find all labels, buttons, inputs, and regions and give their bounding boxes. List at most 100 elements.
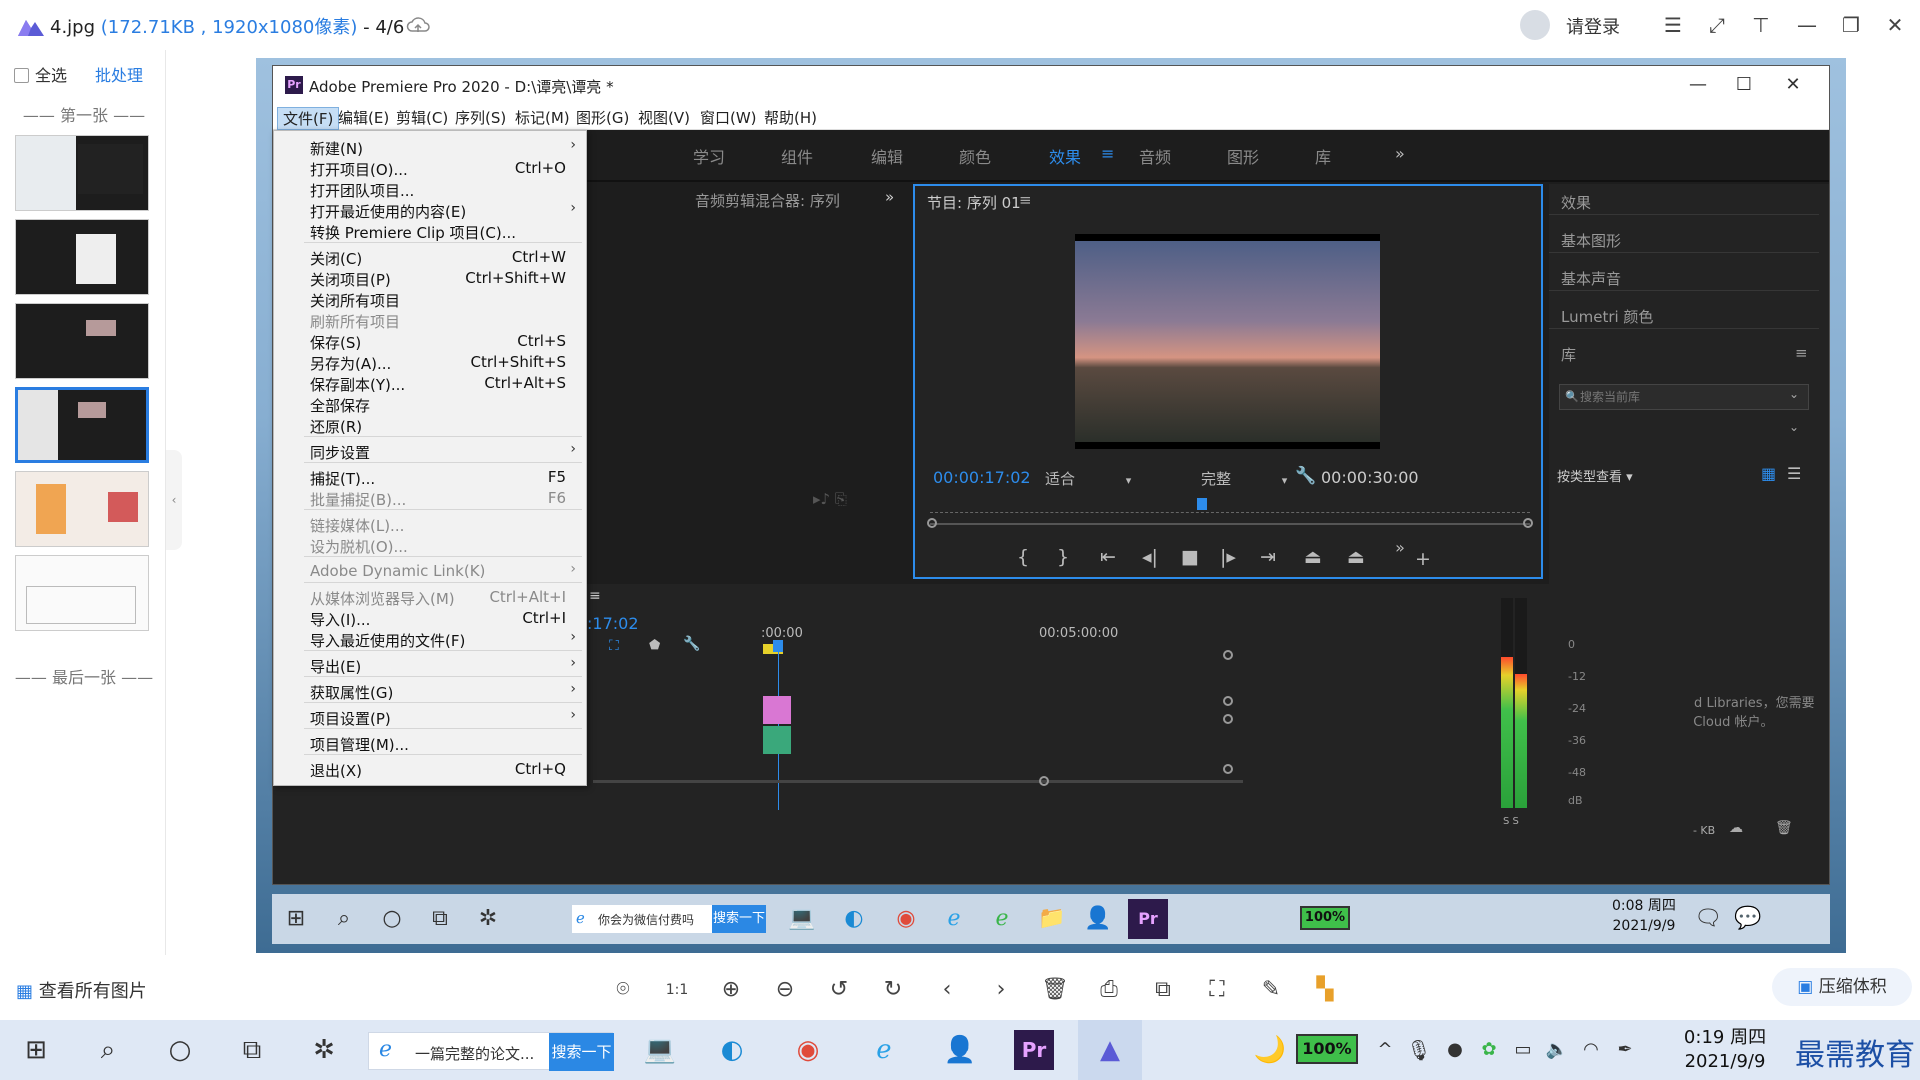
- timeline-menu-icon[interactable]: ≡: [589, 588, 601, 604]
- laptop-icon[interactable]: 💻: [782, 899, 822, 939]
- zoom-fit-dropdown[interactable]: 适合 ▾: [1045, 468, 1131, 489]
- thumbnail-6[interactable]: [15, 555, 149, 631]
- fullscreen-icon[interactable]: ⤢: [1702, 10, 1732, 40]
- go-to-out-icon[interactable]: ⇥: [1255, 546, 1281, 568]
- meter-solo-buttons[interactable]: S S: [1503, 816, 1519, 827]
- image-viewer-taskbar-icon[interactable]: ▲: [1078, 1020, 1142, 1080]
- list-view-icon[interactable]: ☰: [1787, 464, 1801, 483]
- workspace-menu-icon[interactable]: ≡: [1101, 144, 1114, 163]
- audio-mixer-header[interactable]: 音频剪辑混合器: 序列: [695, 190, 840, 211]
- battery-indicator[interactable]: 100%: [1296, 1034, 1358, 1064]
- horizontal-scrollbar[interactable]: [593, 780, 1243, 783]
- weather-icon[interactable]: 🌙: [1250, 1020, 1290, 1080]
- task-view-icon[interactable]: ⧉: [420, 899, 460, 939]
- ocr-icon[interactable]: ⛶: [1202, 975, 1232, 1005]
- monitor-time-ruler[interactable]: [930, 505, 1530, 513]
- workspace-tab-audio[interactable]: 音频: [1139, 144, 1171, 168]
- video-clip[interactable]: [763, 696, 791, 724]
- menu-sequence[interactable]: 序列(S): [450, 107, 511, 128]
- panel-essential-graphics[interactable]: 基本图形: [1561, 230, 1621, 251]
- app-icon[interactable]: ✲: [292, 1020, 356, 1080]
- tray-expand-icon[interactable]: ^: [1370, 1020, 1400, 1080]
- scroll-handle-left[interactable]: [927, 518, 937, 528]
- premiere-taskbar-icon[interactable]: Pr: [1014, 1030, 1054, 1070]
- windows-start-icon[interactable]: ⊞: [4, 1020, 68, 1080]
- thumbnail-5[interactable]: [15, 471, 149, 547]
- avatar-app-icon[interactable]: 👤: [928, 1020, 992, 1080]
- batch-button[interactable]: 批处理: [95, 62, 143, 86]
- cortana-icon[interactable]: ○: [372, 899, 412, 939]
- panel-overflow-icon[interactable]: »: [885, 188, 894, 206]
- rotate-right-icon[interactable]: ↻: [878, 975, 908, 1005]
- ie-browser-icon[interactable]: ℯ: [982, 899, 1022, 939]
- login-button[interactable]: 请登录: [1566, 13, 1620, 39]
- chevron-down-icon[interactable]: ⌄: [1789, 387, 1799, 401]
- step-forward-icon[interactable]: |▸: [1215, 546, 1241, 568]
- actual-size-icon[interactable]: 1:1: [662, 975, 692, 1005]
- close-button[interactable]: ✕: [1880, 10, 1910, 40]
- pin-icon[interactable]: ⊤: [1746, 10, 1776, 40]
- edit-icon[interactable]: ✎: [1256, 975, 1286, 1005]
- program-monitor-header[interactable]: 节目: 序列 01: [927, 192, 1021, 213]
- edge-icon[interactable]: ◐: [700, 1020, 764, 1080]
- menu-clip[interactable]: 剪辑(C): [391, 107, 453, 128]
- step-back-icon[interactable]: ◂|: [1137, 546, 1163, 568]
- print-icon[interactable]: ⎙: [1094, 975, 1124, 1005]
- vertical-scroll-handle[interactable]: [1223, 650, 1233, 660]
- compress-button[interactable]: ▣ 压缩体积: [1772, 968, 1912, 1006]
- wifi-icon[interactable]: ◠: [1576, 1020, 1606, 1080]
- playback-resolution-dropdown[interactable]: 完整 ▾: [1201, 468, 1287, 489]
- panel-effects[interactable]: 效果: [1561, 192, 1591, 213]
- libraries-menu-icon[interactable]: ≡: [1795, 344, 1808, 362]
- premiere-maximize-button[interactable]: ☐: [1729, 72, 1759, 98]
- vertical-scroll-handle[interactable]: [1223, 714, 1233, 724]
- rotate-left-icon[interactable]: ↺: [824, 975, 854, 1005]
- chrome-icon[interactable]: ◉: [776, 1020, 840, 1080]
- cloud-upload-icon[interactable]: [405, 12, 431, 38]
- cortana-icon[interactable]: ○: [148, 1020, 212, 1080]
- battery-indicator[interactable]: 100%: [1300, 906, 1350, 930]
- minimize-button[interactable]: —: [1792, 10, 1822, 40]
- restore-button[interactable]: ❐: [1836, 10, 1866, 40]
- taskbar-search-button[interactable]: 搜索一下: [712, 905, 766, 933]
- mark-in-icon[interactable]: {: [1010, 546, 1036, 568]
- mark-out-icon[interactable]: }: [1050, 546, 1076, 568]
- workspace-tab-color[interactable]: 颜色: [959, 144, 991, 168]
- workspace-tab-graphics[interactable]: 图形: [1227, 144, 1259, 168]
- premiere-close-button[interactable]: ✕: [1778, 72, 1808, 98]
- menu-window[interactable]: 窗口(W): [695, 107, 762, 128]
- menu-graphics[interactable]: 图形(G): [571, 107, 634, 128]
- stop-icon[interactable]: ■: [1177, 546, 1203, 568]
- horizontal-scroll-handle[interactable]: [1039, 776, 1049, 786]
- view-by-type-dropdown[interactable]: 按类型查看 ▾: [1557, 466, 1633, 485]
- marker-icon[interactable]: ⬟: [649, 638, 660, 653]
- monitor-playhead[interactable]: [1197, 498, 1207, 510]
- microphone-icon[interactable]: 🎙: [1404, 1020, 1434, 1080]
- inner-clock[interactable]: 0:08 周四 2021/9/9: [1612, 896, 1676, 936]
- previous-image-icon[interactable]: ‹: [932, 975, 962, 1005]
- search-icon[interactable]: ⌕: [76, 1020, 140, 1080]
- power-icon[interactable]: ▭: [1508, 1020, 1538, 1080]
- more-workspaces-icon[interactable]: »: [1395, 144, 1405, 163]
- thumbnail-2[interactable]: [15, 219, 149, 295]
- collapse-panel-button[interactable]: ‹: [166, 450, 182, 550]
- tray-app-icon[interactable]: ●: [1440, 1020, 1470, 1080]
- avatar-app-icon[interactable]: 👤: [1078, 899, 1118, 939]
- app-icon[interactable]: ✲: [468, 899, 508, 939]
- next-image-icon[interactable]: ›: [986, 975, 1016, 1005]
- taskbar-search-box[interactable]: ℯ 一篇完整的论文... 搜索一下: [368, 1032, 614, 1071]
- file-menu-item[interactable]: 退出(X) Ctrl+Q: [274, 757, 586, 783]
- workspace-tab-assembly[interactable]: 组件: [781, 144, 813, 168]
- system-clock[interactable]: 0:19 周四 2021/9/9: [1660, 1026, 1790, 1074]
- zoom-in-icon[interactable]: ⊕: [716, 975, 746, 1005]
- thumbnail-1[interactable]: [15, 135, 149, 211]
- chrome-icon[interactable]: ◉: [886, 899, 926, 939]
- task-view-icon[interactable]: ⧉: [220, 1020, 284, 1080]
- workspace-tab-libraries[interactable]: 库: [1315, 144, 1331, 168]
- edge-icon[interactable]: ◐: [834, 899, 874, 939]
- thumbnail-4-selected[interactable]: [15, 387, 149, 463]
- location-icon[interactable]: ⌾: [608, 975, 638, 1005]
- browser-icon[interactable]: ℯ: [852, 1020, 916, 1080]
- apps-icon[interactable]: ▚: [1310, 975, 1340, 1005]
- windows-start-icon[interactable]: ⊞: [276, 899, 316, 939]
